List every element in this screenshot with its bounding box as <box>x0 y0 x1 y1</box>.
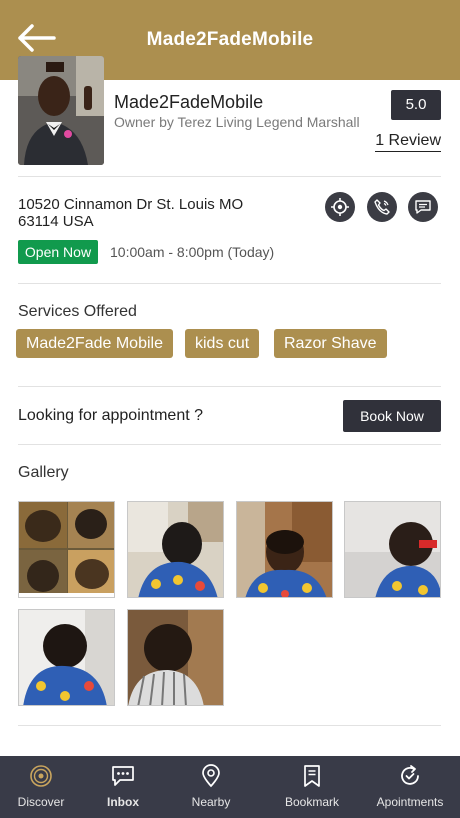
gallery-thumbnail[interactable] <box>127 609 224 706</box>
tab-label: Inbox <box>107 795 139 809</box>
tab-label: Nearby <box>191 795 231 809</box>
discover-icon <box>30 765 52 787</box>
directions-button[interactable] <box>325 192 355 222</box>
rating-badge: 5.0 <box>391 90 441 120</box>
divider <box>18 386 441 387</box>
tab-label: Apointments <box>376 795 444 809</box>
chat-icon <box>112 766 134 786</box>
phone-icon <box>374 199 390 215</box>
gallery-thumbnail[interactable] <box>18 501 115 598</box>
tab-label: Discover <box>17 795 65 809</box>
gallery-thumbnail[interactable] <box>344 501 441 598</box>
tab-label: Bookmark <box>284 795 340 809</box>
service-chip[interactable]: kids cut <box>185 329 260 358</box>
service-chip[interactable]: Razor Shave <box>274 329 387 358</box>
address-text: 10520 Cinnamon Dr St. Louis MO 63114 USA <box>18 196 244 230</box>
service-chip[interactable]: Made2Fade Mobile <box>16 329 173 358</box>
divider <box>18 176 441 177</box>
tab-nearby[interactable]: Nearby <box>165 756 257 818</box>
message-button[interactable] <box>408 192 438 222</box>
divider <box>18 725 441 726</box>
page-title: Made2FadeMobile <box>146 29 314 50</box>
bottom-tab-bar: Discover Inbox Nearby Bookmark Apointmen… <box>0 756 460 818</box>
refresh-check-icon <box>401 765 419 785</box>
avatar <box>18 56 104 165</box>
book-now-button[interactable]: Book Now <box>343 400 441 432</box>
tab-inbox[interactable]: Inbox <box>77 756 169 818</box>
gallery-title: Gallery <box>18 464 69 481</box>
tab-discover[interactable]: Discover <box>0 756 87 818</box>
services-title: Services Offered <box>18 303 137 320</box>
appointment-prompt: Looking for appointment ? <box>18 407 204 424</box>
message-icon <box>415 200 431 214</box>
open-status-badge: Open Now <box>18 240 98 264</box>
reviews-link[interactable]: 1 Review <box>375 132 441 152</box>
opening-hours: 10:00am - 8:00pm (Today) <box>110 244 275 260</box>
gallery-thumbnail[interactable] <box>127 501 224 598</box>
map-pin-icon <box>202 764 220 788</box>
call-button[interactable] <box>367 192 397 222</box>
owner-name: Owner by Terez Living Legend Marshall <box>114 114 360 130</box>
gallery-thumbnail[interactable] <box>236 501 333 598</box>
gallery-thumbnail[interactable] <box>18 609 115 706</box>
location-target-icon <box>331 198 349 216</box>
divider <box>18 444 441 445</box>
tab-bookmark[interactable]: Bookmark <box>266 756 358 818</box>
divider <box>18 283 441 284</box>
tab-appointments[interactable]: Apointments <box>364 756 456 818</box>
business-name: Made2FadeMobile <box>114 92 264 112</box>
bookmark-icon <box>304 765 320 787</box>
